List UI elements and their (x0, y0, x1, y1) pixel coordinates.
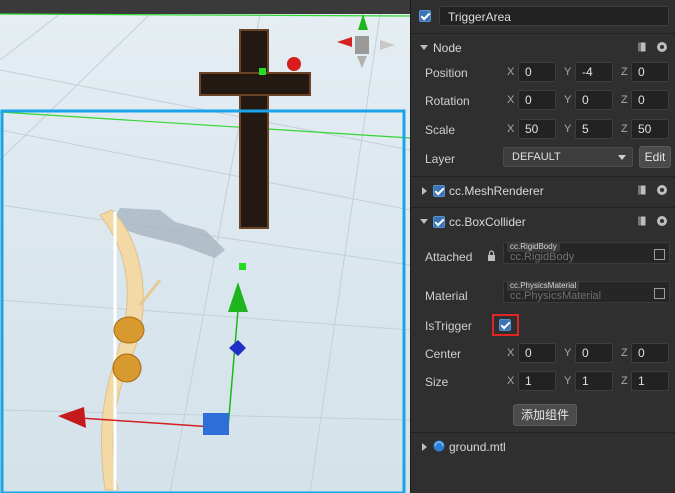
attached-field[interactable]: cc.RigidBody cc.RigidBody (503, 242, 670, 264)
lock-icon (488, 250, 495, 261)
section-title: ground.mtl (449, 440, 506, 454)
chevron-down-icon[interactable] (420, 45, 428, 50)
chevron-down-icon (618, 155, 626, 160)
position-z[interactable]: 0 (631, 62, 669, 82)
center-x[interactable]: 0 (518, 343, 556, 363)
book-icon[interactable] (636, 214, 650, 228)
section-title: cc.BoxCollider (449, 215, 526, 229)
axis-y-label: Y (564, 94, 572, 106)
inspector-panel: TriggerArea Node Position X 0 Y -4 Z 0 R… (410, 0, 675, 493)
chevron-right-icon[interactable] (422, 443, 427, 451)
z-axis-arrow (229, 340, 246, 356)
gear-icon[interactable] (655, 183, 669, 197)
rotation-x[interactable]: 0 (518, 90, 556, 110)
scale-x[interactable]: 50 (518, 119, 556, 139)
layer-value: DEFAULT (512, 151, 561, 163)
axis-x-label: X (507, 123, 515, 135)
size-z[interactable]: 1 (631, 371, 669, 391)
center-y[interactable]: 0 (575, 343, 613, 363)
position-y[interactable]: -4 (575, 62, 613, 82)
attached-placeholder: cc.RigidBody (510, 251, 575, 263)
center-z[interactable]: 0 (631, 343, 669, 363)
material-placeholder: cc.PhysicsMaterial (510, 290, 602, 302)
axis-z-label: Z (621, 123, 628, 135)
node-name-field[interactable]: TriggerArea (439, 6, 669, 26)
layer-label: Layer (425, 152, 456, 166)
material-sphere-icon (433, 440, 445, 452)
size-y[interactable]: 1 (575, 371, 613, 391)
picker-icon[interactable] (654, 249, 665, 260)
size-label: Size (425, 375, 449, 389)
axis-y-label: Y (564, 375, 572, 387)
section-box-collider[interactable]: cc.BoxCollider (411, 207, 675, 236)
x-axis-arrow (58, 407, 86, 428)
scale-y[interactable]: 5 (575, 119, 613, 139)
axis-z-label: Z (621, 347, 628, 359)
book-icon[interactable] (636, 183, 650, 197)
size-x[interactable]: 1 (518, 371, 556, 391)
gear-icon[interactable] (655, 40, 669, 54)
orientation-gizmo[interactable] (337, 14, 395, 68)
material-field[interactable]: cc.PhysicsMaterial cc.PhysicsMaterial (503, 281, 670, 303)
section-ground-material[interactable]: ground.mtl (411, 432, 675, 461)
apple-model[interactable] (287, 57, 301, 71)
axis-z-label: Z (621, 375, 628, 387)
layer-edit-button[interactable]: Edit (639, 146, 671, 168)
scene-canvas[interactable] (0, 0, 410, 493)
bow-model[interactable] (99, 209, 162, 491)
axis-x-label: X (507, 375, 515, 387)
section-node[interactable]: Node (411, 33, 675, 62)
scale-z[interactable]: 50 (631, 119, 669, 139)
section-title: cc.MeshRenderer (449, 184, 544, 198)
axis-y-label: Y (564, 66, 572, 78)
book-icon[interactable] (636, 40, 650, 54)
position-label: Position (425, 66, 468, 80)
axis-z-label: Z (621, 94, 628, 106)
axis-y-label: Y (564, 123, 572, 135)
layer-select[interactable]: DEFAULT (503, 147, 633, 167)
attached-label: Attached (425, 250, 473, 264)
center-label: Center (425, 347, 462, 361)
gear-icon[interactable] (655, 214, 669, 228)
axis-x-label: X (507, 347, 515, 359)
mesh-renderer-enabled-checkbox[interactable] (433, 185, 445, 197)
axis-y-label: Y (564, 347, 572, 359)
axis-x-label: X (507, 94, 515, 106)
picker-icon[interactable] (654, 288, 665, 299)
axis-z-label: Z (621, 66, 628, 78)
rotation-label: Rotation (425, 94, 470, 108)
scale-label: Scale (425, 123, 456, 137)
box-collider-enabled-checkbox[interactable] (433, 216, 445, 228)
gizmo-center (203, 413, 229, 435)
node-active-checkbox[interactable] (419, 10, 431, 22)
selection-bounds (0, 109, 406, 493)
istrigger-checkbox[interactable] (499, 319, 511, 331)
chevron-right-icon[interactable] (422, 187, 427, 195)
scene-viewport[interactable] (0, 0, 410, 493)
section-mesh-renderer[interactable]: cc.MeshRenderer (411, 176, 675, 205)
add-component-button[interactable]: 添加组件 (513, 404, 577, 426)
istrigger-label: IsTrigger (425, 319, 472, 333)
material-label: Material (425, 289, 468, 303)
rotation-y[interactable]: 0 (575, 90, 613, 110)
section-title: Node (433, 41, 462, 55)
y-axis-arrow (228, 282, 248, 312)
axis-line-green (0, 111, 410, 139)
axis-x-label: X (507, 66, 515, 78)
chevron-down-icon[interactable] (420, 219, 428, 224)
rotation-z[interactable]: 0 (631, 90, 669, 110)
position-x[interactable]: 0 (518, 62, 556, 82)
